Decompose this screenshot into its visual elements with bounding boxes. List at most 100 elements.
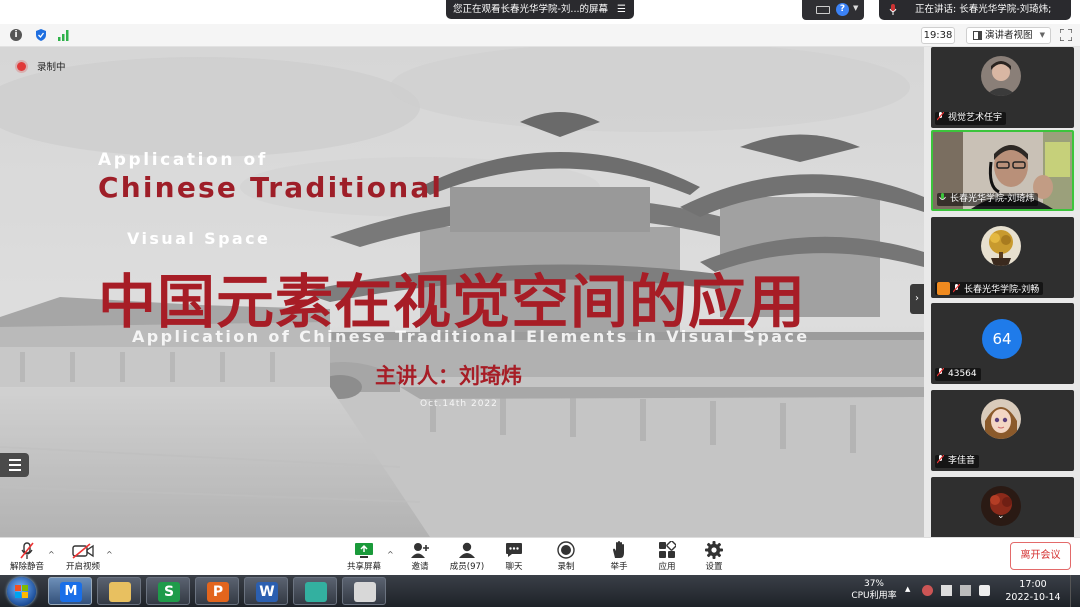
zoom-meeting-window: 您正在观看长春光华学院-刘...的屏幕 ☰ ? ▼ 正在讲话: 长春光华学院-刘… [0, 0, 1080, 607]
chevron-up-icon[interactable]: ▲ [905, 585, 910, 593]
system-clock[interactable]: 17:00 2022-10-14 [1004, 578, 1062, 604]
participant-tile[interactable]: 长春光华学院-刘畅 [931, 217, 1074, 298]
invite-button[interactable]: 邀请 [405, 540, 435, 574]
participant-avatar [981, 226, 1021, 266]
view-mode-dropdown[interactable]: 演讲者视图 ▼ [966, 27, 1051, 44]
view-mode-label: 演讲者视图 [985, 30, 1033, 41]
microphone-tray-icon[interactable] [922, 585, 933, 596]
host-badge-icon [937, 282, 950, 295]
participant-name-tag: 长春光华学院-刘畅 [935, 282, 1044, 295]
members-button[interactable]: 成员(97) [448, 540, 486, 574]
chevron-up-icon[interactable]: ^ [106, 550, 113, 559]
list-menu-button[interactable] [0, 453, 29, 477]
share-screen-button[interactable]: 共享屏幕 [343, 540, 385, 574]
settings-button[interactable]: 设置 [701, 540, 727, 574]
fullscreen-icon[interactable] [1060, 29, 1072, 41]
settings-label: 设置 [705, 562, 723, 572]
participant-avatar [981, 399, 1021, 439]
participant-tile[interactable]: 李佳音 [931, 390, 1074, 471]
menu-icon[interactable]: ☰ [617, 0, 626, 19]
windows-taskbar: M S P W 37% CPU利用率 ▲ 17:00 2022-10-14 [0, 575, 1080, 607]
start-video-label: 开启视频 [65, 562, 100, 572]
participant-tile[interactable]: 64 43564 [931, 303, 1074, 384]
volume-icon[interactable] [979, 585, 990, 596]
keyboard-icon[interactable] [816, 6, 830, 14]
cpu-label: CPU利用率 [851, 591, 897, 601]
slide-subtitle-english: Application of Chinese Traditional Eleme… [132, 327, 810, 346]
participant-name: 李佳音 [948, 456, 976, 466]
apps-button[interactable]: 应用 [654, 540, 680, 574]
chevron-up-icon[interactable]: ^ [387, 550, 394, 559]
chat-label: 聊天 [505, 562, 523, 572]
viewing-screen-text: 您正在观看长春光华学院-刘...的屏幕 [453, 4, 608, 15]
participant-name-tag: 长春光华学院-刘琦炜 [937, 193, 1039, 206]
unmute-button[interactable]: 解除静音 [8, 540, 46, 574]
record-icon [557, 541, 575, 559]
network-icon[interactable] [960, 585, 971, 596]
participant-tile[interactable]: 视觉艺术任宇 [931, 47, 1074, 128]
members-label: 成员(97) [449, 562, 485, 572]
taskbar-app-word[interactable]: W [244, 577, 288, 605]
clock-date: 2022-10-14 [1005, 592, 1061, 603]
slide-date: Oct.14th 2022 [420, 399, 498, 409]
system-icons: ? ▼ [802, 0, 864, 20]
participant-name: 长春光华学院-刘畅 [964, 285, 1040, 295]
muted-microphone-icon [937, 112, 944, 121]
list-icon-line [9, 464, 21, 466]
info-icon[interactable]: i [10, 29, 22, 41]
record-label: 录制 [557, 562, 575, 572]
gear-icon [705, 541, 723, 559]
windows-logo-tile [15, 592, 21, 598]
leave-meeting-button[interactable]: 离开会议 [1010, 542, 1071, 570]
word-document-icon: W [256, 582, 278, 602]
slide-heading-visual-space: Visual Space [127, 229, 271, 248]
show-desktop-button[interactable] [1070, 575, 1080, 607]
flag-icon[interactable] [941, 585, 952, 596]
chat-icon [506, 543, 522, 557]
taskbar-app-mouse-tool[interactable] [342, 577, 386, 605]
taskbar-app-presentation[interactable]: P [195, 577, 239, 605]
unmute-label: 解除静音 [9, 562, 44, 572]
muted-microphone-icon [937, 368, 944, 377]
viewing-screen-indicator[interactable]: 您正在观看长春光华学院-刘...的屏幕 ☰ [446, 0, 634, 19]
help-icon[interactable]: ? [836, 3, 849, 16]
speaking-text: 正在讲话: 长春光华学院-刘琦炜; [915, 4, 1052, 15]
chevron-down-icon[interactable]: ⌄ [997, 511, 1005, 521]
participant-gallery: 视觉艺术任宇 长春光华学院-刘琦炜 长春光华学院-刘畅 64 43564 李佳音… [924, 47, 1080, 537]
chevron-down-icon[interactable]: ▼ [853, 4, 858, 12]
folder-icon [109, 582, 131, 602]
signal-strength-icon[interactable] [58, 29, 70, 41]
slide-speaker: 主讲人：刘琦炜 [375, 364, 522, 388]
windows-logo-tile [22, 592, 28, 598]
participant-name-tag: 视觉艺术任宇 [935, 112, 1007, 125]
top-strip: 您正在观看长春光华学院-刘...的屏幕 ☰ ? ▼ 正在讲话: 长春光华学院-刘… [0, 0, 1080, 24]
recording-label: 录制中 [37, 62, 66, 73]
start-button[interactable] [7, 577, 36, 606]
presentation-icon: P [207, 582, 229, 602]
taskbar-app-tencent-meeting[interactable]: M [48, 577, 92, 605]
collapse-panel-handle[interactable]: › [910, 284, 924, 314]
cpu-usage[interactable]: 37% CPU利用率 [846, 578, 902, 602]
participant-name-tag: 43564 [935, 368, 981, 381]
raise-hand-label: 举手 [610, 562, 628, 572]
chevron-up-icon[interactable]: ^ [48, 550, 55, 559]
start-video-button[interactable]: 开启视频 [62, 540, 104, 574]
list-icon-line [9, 459, 21, 461]
speaking-indicator: 正在讲话: 长春光华学院-刘琦炜; [879, 0, 1071, 20]
cpu-percent: 37% [863, 579, 884, 589]
taskbar-app-spreadsheet[interactable]: S [146, 577, 190, 605]
raise-hand-button[interactable]: 举手 [606, 540, 632, 574]
participant-tile-active-speaker[interactable]: 长春光华学院-刘琦炜 [931, 130, 1074, 211]
taskbar-app-explorer[interactable] [97, 577, 141, 605]
taskbar-app-image-viewer[interactable] [293, 577, 337, 605]
record-button[interactable]: 录制 [553, 540, 579, 574]
participant-name: 43564 [948, 369, 977, 379]
microphone-active-icon [939, 193, 946, 200]
meeting-timer: 19:38 [921, 27, 955, 44]
muted-microphone-icon [937, 455, 944, 464]
shield-icon[interactable] [35, 29, 47, 41]
speaker-view-icon [973, 31, 982, 40]
chat-button[interactable]: 聊天 [501, 540, 527, 574]
recording-icon [17, 62, 26, 71]
participant-tile[interactable]: ⌄ [931, 477, 1074, 537]
